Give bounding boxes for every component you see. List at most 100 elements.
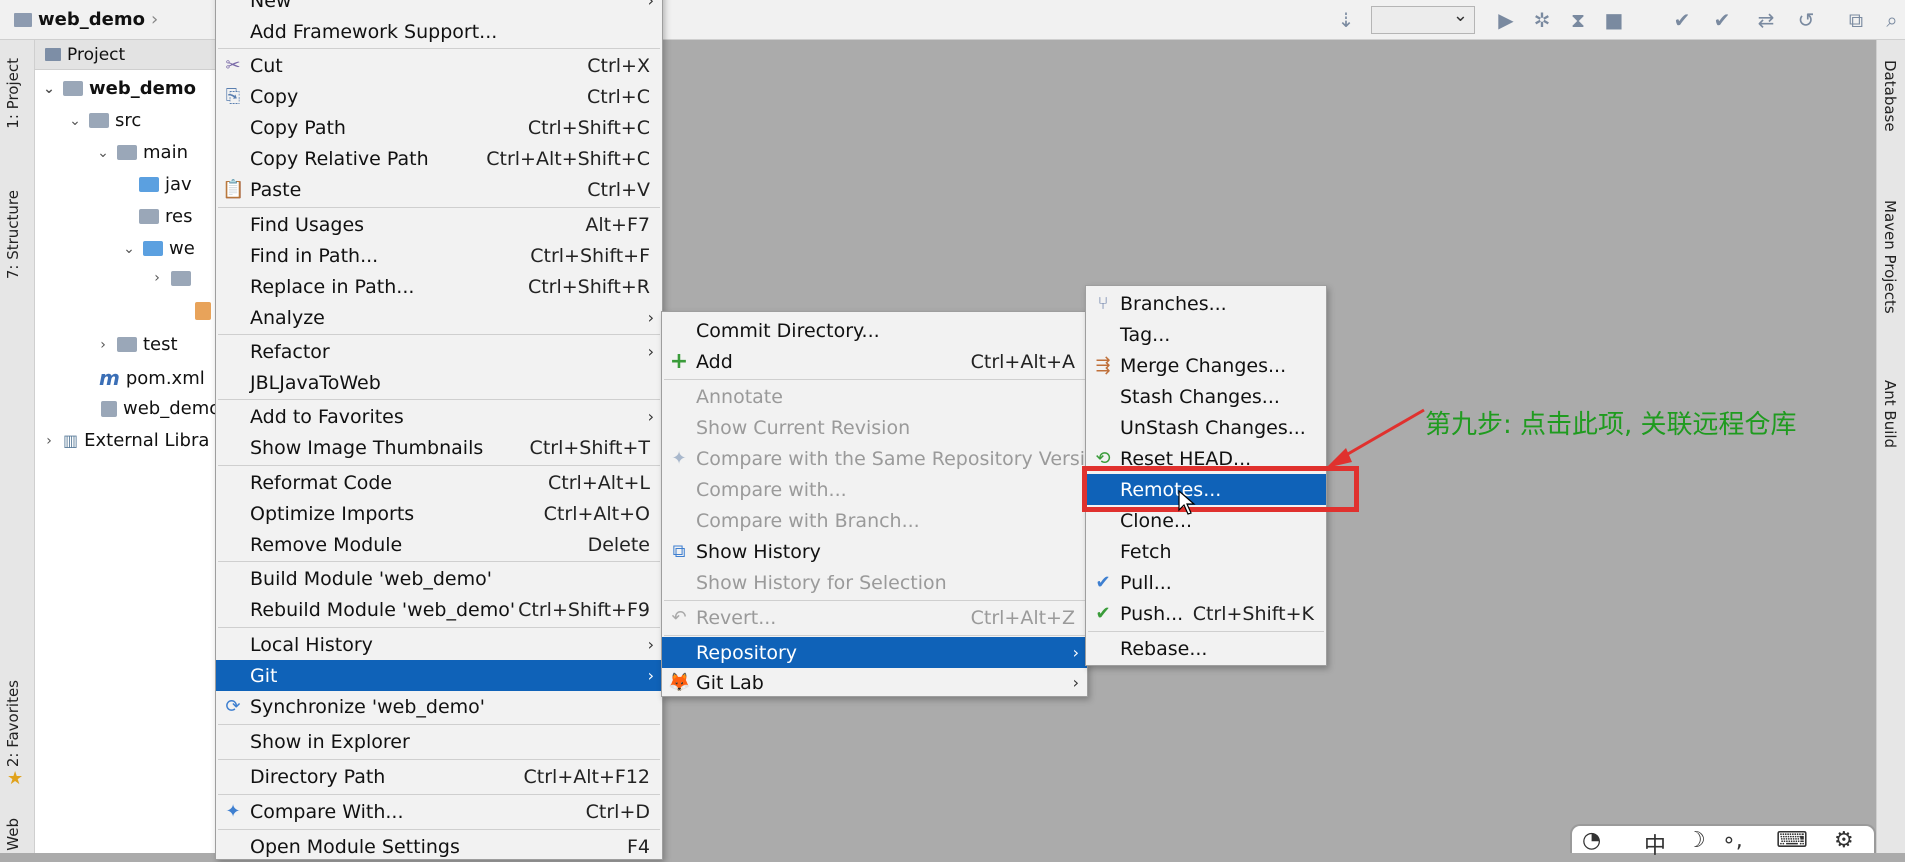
menu-item-copy-path[interactable]: Copy Path Ctrl+Shift+C xyxy=(216,112,662,143)
breadcrumb-project[interactable]: web_demo xyxy=(38,9,145,30)
menu-item-stash-changes[interactable]: Stash Changes... xyxy=(1086,381,1326,412)
tree-node-jsp[interactable] xyxy=(195,302,211,320)
menu-item-show-current-revision[interactable]: Show Current Revision xyxy=(662,412,1087,443)
tree-node-test[interactable]: › test xyxy=(95,334,177,355)
tool-tab-ant[interactable]: Ant Build xyxy=(1881,380,1899,448)
run-config-select[interactable] xyxy=(1371,5,1475,34)
menu-item-build-module[interactable]: Build Module 'web_demo' xyxy=(216,563,662,594)
expand-icon[interactable]: ⌄ xyxy=(41,81,57,97)
menu-item-synchronize[interactable]: ⟳ Synchronize 'web_demo' xyxy=(216,691,662,722)
menu-item-gitlab[interactable]: 🦊 Git Lab › xyxy=(662,667,1087,698)
tool-tab-project[interactable]: 1: Project xyxy=(4,58,22,129)
project-panel-header[interactable]: Project xyxy=(35,40,215,70)
project-structure-icon[interactable]: ⧉ xyxy=(1844,8,1868,32)
merge-icon: ⇶ xyxy=(1095,355,1111,376)
sort-icon[interactable]: ⇣ xyxy=(1334,8,1358,32)
menu-item-jbljavatoweb[interactable]: JBLJavaToWeb xyxy=(216,367,662,398)
tree-node-java[interactable]: jav xyxy=(139,174,192,195)
tree-node-main[interactable]: ⌄ main xyxy=(95,142,188,163)
menu-item-repository[interactable]: Repository › xyxy=(662,637,1087,668)
menu-item-compare-with[interactable]: Compare with... xyxy=(662,474,1087,505)
menu-item-commit-directory[interactable]: Commit Directory... xyxy=(662,315,1087,346)
menu-item-remove-module[interactable]: Remove Module Delete xyxy=(216,529,662,560)
menu-item-add-to-favorites[interactable]: Add to Favorites › xyxy=(216,401,662,432)
collapse-icon[interactable]: › xyxy=(149,270,165,286)
menu-item-show-image-thumbnails[interactable]: Show Image Thumbnails Ctrl+Shift+T xyxy=(216,432,662,463)
menu-item-copy[interactable]: ⎘ Copy Ctrl+C xyxy=(216,81,662,112)
search-icon[interactable]: ⌕ xyxy=(1880,8,1904,32)
debug-icon[interactable]: ✲ xyxy=(1530,8,1554,32)
menu-item-revert[interactable]: ↶ Revert... Ctrl+Alt+Z xyxy=(662,602,1087,633)
menu-item-open-module-settings[interactable]: Open Module Settings F4 xyxy=(216,831,662,862)
menu-item-shortcut: F4 xyxy=(626,835,650,858)
menu-item-show-history[interactable]: ⧉ Show History xyxy=(662,536,1087,567)
menu-item-add-framework[interactable]: Add Framework Support... xyxy=(216,16,662,47)
tree-node-resources[interactable]: res xyxy=(139,206,192,227)
moon-icon[interactable]: ☽ xyxy=(1686,828,1706,853)
menu-item-unstash-changes[interactable]: UnStash Changes... xyxy=(1086,412,1326,443)
keyboard-icon[interactable]: ⌨ xyxy=(1776,828,1808,853)
tree-node-src[interactable]: ⌄ src xyxy=(67,110,141,131)
menu-item-local-history[interactable]: Local History › xyxy=(216,629,662,660)
tool-tab-maven[interactable]: Maven Projects xyxy=(1881,200,1899,314)
menu-item-paste[interactable]: 📋 Paste Ctrl+V xyxy=(216,174,662,205)
menu-item-replace-in-path[interactable]: Replace in Path... Ctrl+Shift+R xyxy=(216,271,662,302)
menu-item-compare-same-repo-version[interactable]: ✦ Compare with the Same Repository Versio… xyxy=(662,443,1108,474)
tree-node-root[interactable]: ⌄ web_demo xyxy=(41,78,196,99)
tree-node-webapp[interactable]: ⌄ we xyxy=(121,238,195,259)
vcs-update-icon[interactable]: ✔ xyxy=(1670,8,1694,32)
gear-icon[interactable]: ⚙ xyxy=(1834,828,1854,853)
menu-item-push[interactable]: ✔ Push... Ctrl+Shift+K xyxy=(1086,598,1326,629)
menu-item-analyze[interactable]: Analyze › xyxy=(216,302,662,333)
menu-item-copy-relative-path[interactable]: Copy Relative Path Ctrl+Alt+Shift+C xyxy=(216,143,662,174)
collapse-icon[interactable]: › xyxy=(95,337,111,353)
menu-item-find-in-path[interactable]: Find in Path... Ctrl+Shift+F xyxy=(216,240,662,271)
expand-icon[interactable]: ⌄ xyxy=(67,113,83,129)
menu-item-new[interactable]: New › xyxy=(216,0,662,16)
menu-item-show-in-explorer[interactable]: Show in Explorer xyxy=(216,726,662,757)
menu-item-show-history-selection[interactable]: Show History for Selection xyxy=(662,567,1087,598)
menu-item-branches[interactable]: ⑂ Branches... xyxy=(1086,288,1326,319)
menu-item-add[interactable]: + Add Ctrl+Alt+A xyxy=(662,346,1087,377)
tool-tab-database[interactable]: Database xyxy=(1881,60,1899,132)
menu-item-directory-path[interactable]: Directory Path Ctrl+Alt+F12 xyxy=(216,761,662,792)
menu-item-git[interactable]: Git › xyxy=(216,660,662,691)
expand-icon[interactable]: ⌄ xyxy=(95,145,111,161)
menu-item-label: Copy Path xyxy=(250,116,346,139)
menu-item-annotate[interactable]: Annotate xyxy=(662,381,1087,412)
coverage-icon[interactable]: ⧗ xyxy=(1566,8,1590,32)
stop-icon[interactable]: ■ xyxy=(1602,8,1626,32)
chinese-input-icon[interactable]: 中 xyxy=(1644,828,1666,860)
menu-item-rebuild-module[interactable]: Rebuild Module 'web_demo' Ctrl+Shift+F9 xyxy=(216,594,662,625)
speedometer-icon[interactable]: ◔ xyxy=(1582,828,1601,853)
expand-icon[interactable]: ⌄ xyxy=(121,241,137,257)
tree-node-external-libraries[interactable]: › ▥ External Libra xyxy=(41,430,209,451)
collapse-icon[interactable]: › xyxy=(41,433,57,449)
vcs-commit-icon[interactable]: ✔ xyxy=(1710,8,1734,32)
menu-item-optimize-imports[interactable]: Optimize Imports Ctrl+Alt+O xyxy=(216,498,662,529)
tool-tab-favorites[interactable]: 2: Favorites xyxy=(4,680,22,767)
menu-item-refactor[interactable]: Refactor › xyxy=(216,336,662,367)
menu-item-tag[interactable]: Tag... xyxy=(1086,319,1326,350)
menu-item-fetch[interactable]: Fetch xyxy=(1086,536,1326,567)
left-tool-strip: 1: Project 7: Structure 2: Favorites ★ W… xyxy=(0,40,35,853)
vcs-compare-icon[interactable]: ⇄ xyxy=(1754,8,1778,32)
breadcrumb[interactable]: web_demo › xyxy=(14,9,158,30)
menu-item-rebase[interactable]: Rebase... xyxy=(1086,633,1326,664)
punctuation-icon[interactable]: ∘, xyxy=(1722,828,1743,853)
vcs-revert-icon[interactable]: ↺ xyxy=(1794,8,1818,32)
tool-tab-structure[interactable]: 7: Structure xyxy=(4,190,22,279)
menu-item-compare-with-branch[interactable]: Compare with Branch... xyxy=(662,505,1087,536)
source-folder-icon xyxy=(139,177,159,192)
tree-node-webinf[interactable]: › xyxy=(149,270,197,286)
menu-item-merge-changes[interactable]: ⇶ Merge Changes... xyxy=(1086,350,1326,381)
menu-item-cut[interactable]: ✂ Cut Ctrl+X xyxy=(216,50,662,81)
menu-item-compare-with[interactable]: ✦ Compare With... Ctrl+D xyxy=(216,796,662,827)
run-icon[interactable]: ▶ xyxy=(1494,8,1518,32)
tool-tab-web[interactable]: Web xyxy=(4,818,22,851)
menu-item-pull[interactable]: ✔ Pull... xyxy=(1086,567,1326,598)
menu-item-reformat-code[interactable]: Reformat Code Ctrl+Alt+L xyxy=(216,467,662,498)
menu-item-find-usages[interactable]: Find Usages Alt+F7 xyxy=(216,209,662,240)
tree-node-iml[interactable]: web_demo xyxy=(101,398,220,419)
tree-node-pom[interactable]: m pom.xml xyxy=(99,366,205,390)
